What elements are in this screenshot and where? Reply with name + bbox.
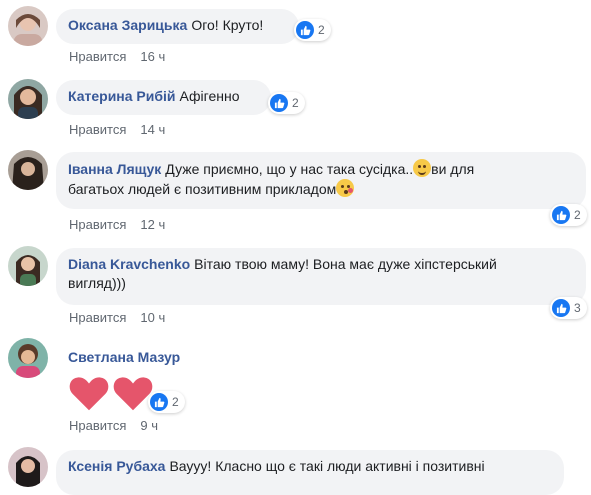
comment-text: Вітаю твою маму! Вона має дуже хіпстерсь… <box>194 256 497 272</box>
hugging-face-icon <box>413 159 432 177</box>
reaction-count[interactable]: 3 <box>550 297 587 319</box>
comment-text: Ого! Круто! <box>191 17 264 33</box>
comment-bubble: Ксенія Рубаха Ваууу! Класно що є такі люд… <box>56 450 564 495</box>
timestamp[interactable]: 12 ч <box>140 217 165 232</box>
comment-author[interactable]: Іванна Лящук <box>68 161 161 177</box>
reaction-count[interactable]: 2 <box>268 92 305 114</box>
like-link[interactable]: Нравится <box>69 217 126 232</box>
comment-author[interactable]: Diana Kravchenko <box>68 256 190 272</box>
comment-author[interactable]: Оксана Зарицька <box>68 17 187 33</box>
comment-text: багатьох людей є позитивним прикладом <box>68 181 337 197</box>
like-thumb-icon <box>296 21 314 39</box>
comment-text: Афігенно <box>179 88 240 104</box>
timestamp[interactable]: 16 ч <box>140 49 165 64</box>
comment-text: ви для <box>431 161 475 177</box>
like-link[interactable]: Нравится <box>69 310 126 325</box>
reaction-number: 3 <box>574 301 581 315</box>
like-link[interactable]: Нравится <box>69 122 126 137</box>
heart-icon <box>113 377 153 411</box>
reaction-number: 2 <box>318 23 325 37</box>
comment-bubble: Diana Kravchenko Вітаю твою маму! Вона ма… <box>56 248 586 305</box>
like-link[interactable]: Нравится <box>69 418 126 433</box>
avatar[interactable] <box>8 6 48 46</box>
comment-author[interactable]: Ксенія Рубаха <box>68 458 165 474</box>
comment-author[interactable]: Светлана Мазур <box>68 349 180 365</box>
heart-icon <box>69 377 109 411</box>
timestamp[interactable]: 10 ч <box>140 310 165 325</box>
kissing-face-icon <box>336 179 355 197</box>
reaction-count[interactable]: 2 <box>550 204 587 226</box>
timestamp[interactable]: 9 ч <box>140 418 158 433</box>
avatar[interactable] <box>8 79 48 119</box>
like-thumb-icon <box>270 94 288 112</box>
reaction-count[interactable]: 2 <box>148 391 185 413</box>
avatar[interactable] <box>8 246 48 286</box>
reaction-number: 2 <box>172 395 179 409</box>
comment-meta: Нравится 12 ч <box>69 217 165 232</box>
reaction-count[interactable]: 2 <box>294 19 331 41</box>
like-thumb-icon <box>552 299 570 317</box>
timestamp[interactable]: 14 ч <box>140 122 165 137</box>
comment-text: Дуже приємно, що у нас така сусідка.. <box>165 161 414 177</box>
comment-bubble: Іванна Лящук Дуже приємно, що у нас така … <box>56 152 586 209</box>
reaction-number: 2 <box>292 96 299 110</box>
avatar[interactable] <box>8 338 48 378</box>
avatar[interactable] <box>8 447 48 487</box>
comment-meta: Нравится 16 ч <box>69 49 165 64</box>
heart-emoji-row <box>68 374 154 412</box>
avatar[interactable] <box>8 150 48 190</box>
comment-text: Ваууу! Класно що є такі люди активні і п… <box>169 458 485 474</box>
comment-bubble: Оксана Зарицька Ого! Круто! <box>56 9 299 44</box>
comment-bubble: Светлана Мазур <box>56 341 206 376</box>
comment-meta: Нравится 9 ч <box>69 418 158 433</box>
comment-meta: Нравится 14 ч <box>69 122 165 137</box>
comment-meta: Нравится 10 ч <box>69 310 165 325</box>
reaction-number: 2 <box>574 208 581 222</box>
like-thumb-icon <box>150 393 168 411</box>
like-link[interactable]: Нравится <box>69 49 126 64</box>
comment-author[interactable]: Катерина Рибій <box>68 88 176 104</box>
comment-text: вигляд))) <box>68 275 126 291</box>
like-thumb-icon <box>552 206 570 224</box>
comment-bubble: Катерина Рибій Афігенно <box>56 80 271 115</box>
